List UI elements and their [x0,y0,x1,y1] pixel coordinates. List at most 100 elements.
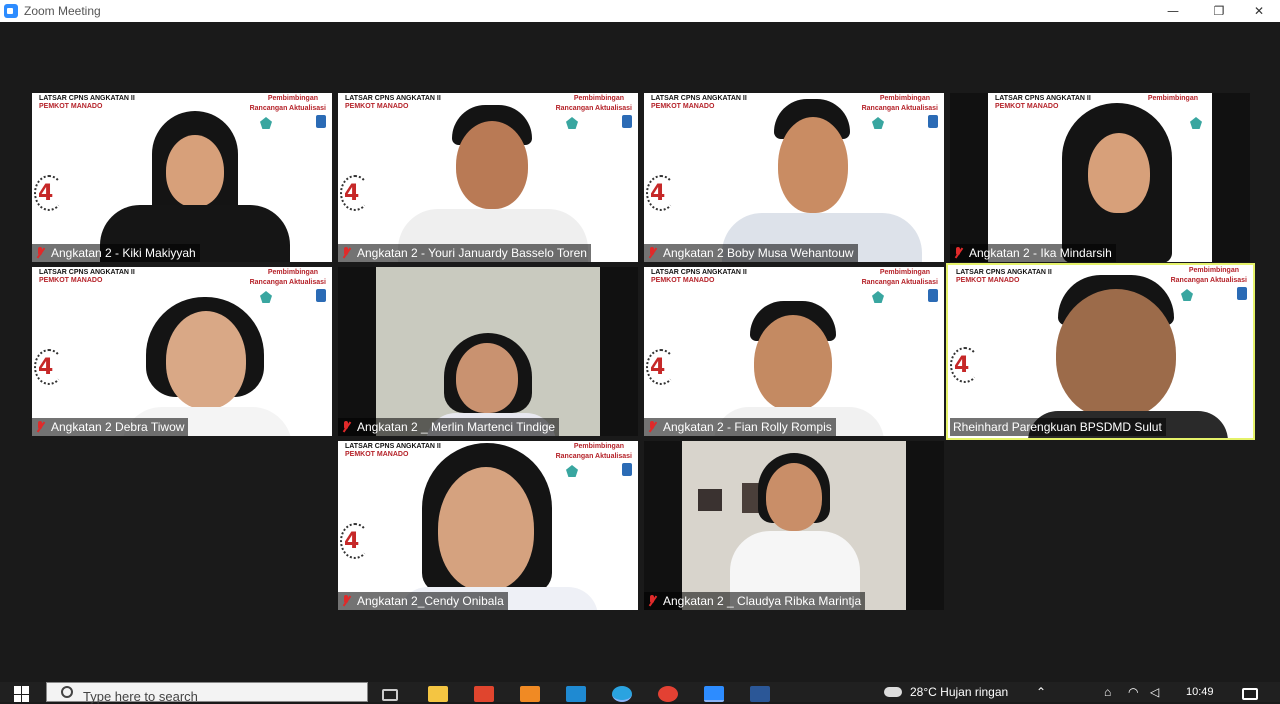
slide-subheader: PEMKOT MANADO [345,451,409,458]
muted-mic-icon [647,247,657,259]
slide-header: LATSAR CPNS ANGKATAN II [345,95,441,102]
slide-number: 4 [344,529,360,554]
slide-subtitle: Rancangan Aktualisasi [861,279,938,286]
slide-subtitle: Rancangan Aktualisasi [1170,277,1247,284]
slide-number: 4 [38,355,54,380]
slide-title: Pembimbingan [879,95,930,102]
participant-name-label: Angkatan 2 - Youri Januardy Basselo Tore… [338,244,591,262]
slide-subheader: PEMKOT MANADO [345,103,409,110]
emblem-icon [260,117,272,129]
video-tile[interactable]: Angkatan 2 _ Merlin Martenci Tindige [338,267,638,436]
zoom-icon[interactable] [704,686,724,702]
tray-chevron-icon[interactable]: ⌃ [1036,682,1046,702]
slide-subheader: PEMKOT MANADO [39,103,103,110]
video-tile[interactable]: LATSAR CPNS ANGKATAN II PEMKOT MANADO Pe… [644,93,944,262]
slide-number: 4 [650,355,666,380]
participant-name-label: Angkatan 2_Cendy Onibala [338,592,508,610]
emblem-icon [260,291,272,303]
slide-title: Pembimbingan [1147,95,1198,102]
windows-taskbar: Type here to search 28°C Hujan ringan ⌃ … [0,682,1280,704]
video-tile[interactable]: LATSAR CPNS ANGKATAN II PEMKOT MANADO Pe… [32,267,332,436]
slide-subheader: PEMKOT MANADO [651,277,715,284]
muted-mic-icon [953,247,963,259]
muted-mic-icon [647,595,657,607]
slide-subtitle: Rancangan Aktualisasi [249,105,326,112]
video-tile[interactable]: Angkatan 2 _ Claudya Ribka Marintja [644,441,944,610]
video-tile[interactable]: LATSAR CPNS ANGKATAN II PEMKOT MANADO Pe… [32,93,332,262]
task-view-icon[interactable] [382,689,398,701]
volume-icon[interactable]: ◁ [1150,682,1159,702]
wifi-icon[interactable]: ◠ [1128,682,1138,702]
participant-name-label: Angkatan 2 - Fian Rolly Rompis [644,418,836,436]
crest-icon [622,463,632,476]
emblem-icon [1190,117,1202,129]
cloud-icon [884,687,902,697]
muted-mic-icon [341,595,351,607]
slide-subheader: PEMKOT MANADO [995,103,1059,110]
slide-subheader: PEMKOT MANADO [956,277,1020,284]
video-gallery: LATSAR CPNS ANGKATAN II PEMKOT MANADO Pe… [0,22,1280,682]
participant-name-label: Angkatan 2 - Ika Mindarsih [950,244,1116,262]
word-icon[interactable] [750,686,770,702]
participant-name-label: Angkatan 2 _ Claudya Ribka Marintja [644,592,866,610]
slide-subheader: PEMKOT MANADO [651,103,715,110]
muted-mic-icon [35,247,45,259]
app-orange-icon[interactable] [520,686,540,702]
minimize-button[interactable]: — [1150,0,1196,22]
video-tile-active-speaker[interactable]: LATSAR CPNS ANGKATAN II PEMKOT MANADO Pe… [946,263,1255,440]
taskbar-clock[interactable]: 10:49 [1186,686,1214,698]
app-red-icon[interactable] [474,686,494,702]
network-icon[interactable]: ⌂ [1104,682,1111,702]
slide-header: LATSAR CPNS ANGKATAN II [956,269,1052,276]
notification-icon[interactable] [1242,688,1258,700]
muted-mic-icon [341,247,351,259]
telegram-icon[interactable] [612,686,632,702]
close-button[interactable]: ✕ [1236,0,1280,22]
slide-title: Pembimbingan [879,269,930,276]
participant-name-label: Rheinhard Parengkuan BPSDMD Sulut [950,418,1166,436]
file-explorer-icon[interactable] [428,686,448,702]
slide-number: 4 [650,181,666,206]
crest-icon [928,289,938,302]
emblem-icon [872,117,884,129]
vscode-icon[interactable] [566,686,586,702]
emblem-icon [872,291,884,303]
search-icon [61,686,73,698]
crest-icon [622,115,632,128]
window-title: Zoom Meeting [24,4,101,18]
slide-subtitle: Rancangan Aktualisasi [555,453,632,460]
slide-title: Pembimbingan [267,95,318,102]
slide-subheader: PEMKOT MANADO [39,277,103,284]
slide-number: 4 [38,181,54,206]
windows-start-icon[interactable] [14,686,30,702]
participant-name-label: Angkatan 2 Boby Musa Wehantouw [644,244,858,262]
crest-icon [316,115,326,128]
slide-title: Pembimbingan [1188,267,1239,274]
slide-header: LATSAR CPNS ANGKATAN II [995,95,1091,102]
slide-header: LATSAR CPNS ANGKATAN II [651,95,747,102]
taskbar-search-input[interactable]: Type here to search [46,682,368,704]
slide-header: LATSAR CPNS ANGKATAN II [651,269,747,276]
slide-header: LATSAR CPNS ANGKATAN II [345,443,441,450]
video-tile[interactable]: LATSAR CPNS ANGKATAN II PEMKOT MANADO Pe… [338,441,638,610]
participant-name-label: Angkatan 2 _ Merlin Martenci Tindige [338,418,560,436]
slide-header: LATSAR CPNS ANGKATAN II [39,95,135,102]
muted-mic-icon [647,421,657,433]
slide-title: Pembimbingan [267,269,318,276]
zoom-app-icon [4,4,18,18]
video-tile[interactable]: LATSAR CPNS ANGKATAN II PEMKOT MANADO Pe… [644,267,944,436]
slide-subtitle: Rancangan Aktualisasi [249,279,326,286]
emblem-icon [566,465,578,477]
weather-widget[interactable]: 28°C Hujan ringan [884,682,1008,702]
crest-icon [1237,287,1247,300]
wall-frame [698,489,722,511]
video-tile[interactable]: LATSAR CPNS ANGKATAN II PEMKOT MANADO Pe… [338,93,638,262]
participant-name-label: Angkatan 2 - Kiki Makiyyah [32,244,200,262]
chrome-icon[interactable] [658,686,678,702]
emblem-icon [566,117,578,129]
slide-title: Pembimbingan [573,443,624,450]
slide-title: Pembimbingan [573,95,624,102]
emblem-icon [1181,289,1193,301]
video-tile[interactable]: LATSAR CPNS ANGKATAN II PEMKOT MANADO Pe… [950,93,1250,262]
crest-icon [316,289,326,302]
